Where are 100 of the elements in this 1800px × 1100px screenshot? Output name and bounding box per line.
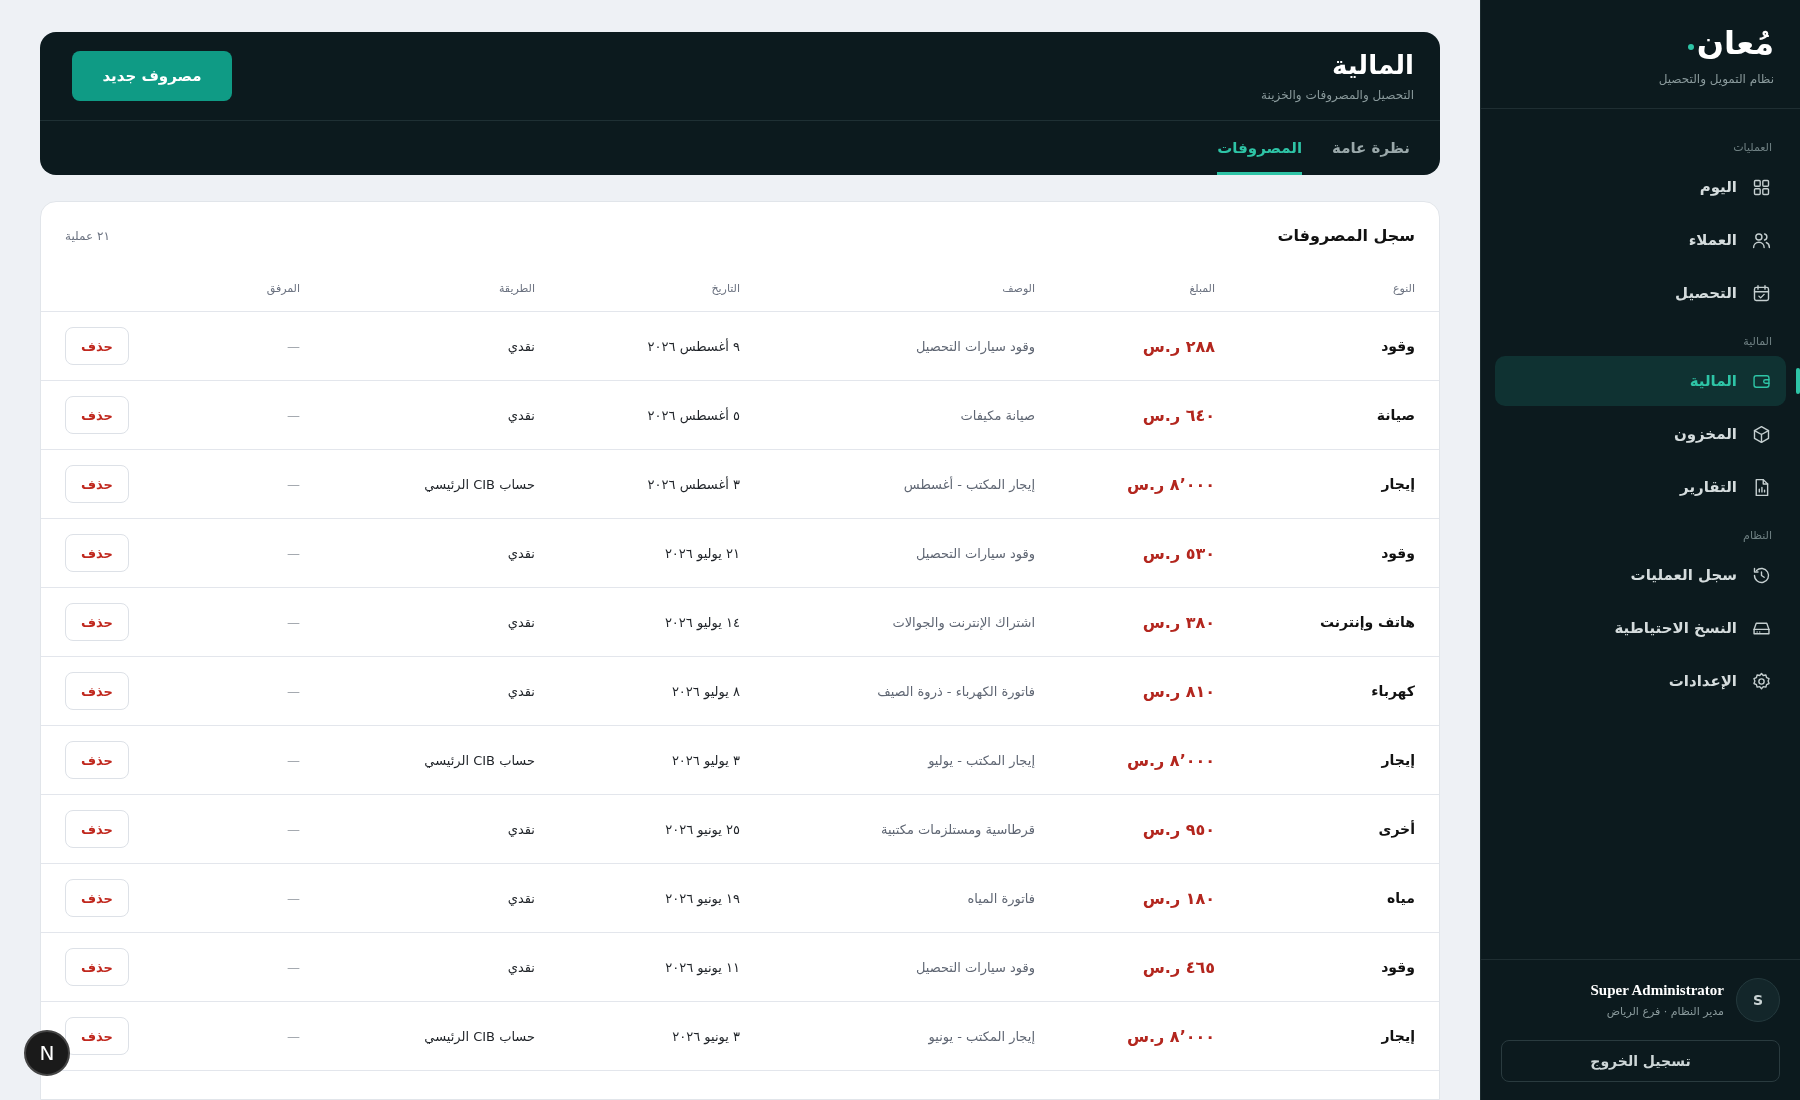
table-cell-text: ١٩ يونيو ٢٠٢٦ <box>664 890 740 906</box>
table-cell-text: أخرى <box>1377 821 1415 837</box>
tab[interactable]: نظرة عامة <box>1332 121 1410 175</box>
table-cell-text: ١١ يونيو ٢٠٢٦ <box>664 959 740 975</box>
delete-button[interactable]: حذف <box>65 879 129 917</box>
table-cell-text: كهرباء <box>1370 683 1415 699</box>
table-cell-text: حساب CIB الرئيسي <box>423 752 535 768</box>
table-cell-text: قرطاسية ومستلزمات مكتبية <box>879 821 1035 837</box>
column-header: الوصف <box>1001 281 1035 295</box>
delete-button[interactable]: حذف <box>65 948 129 986</box>
table-cell-text: إيجار <box>1380 1028 1415 1044</box>
table-cell-text: فاتورة المياه <box>966 890 1035 906</box>
page-title: المالية <box>1332 50 1414 80</box>
table-cell-text: ٨ يوليو ٢٠٢٦ <box>670 683 740 699</box>
nav-item[interactable]: المالية <box>1495 356 1786 407</box>
delete-button[interactable]: حذف <box>65 1017 129 1055</box>
table-cell-text: ٥ أغسطس ٢٠٢٦ <box>646 407 740 423</box>
delete-button[interactable]: حذف <box>65 327 129 365</box>
nav-item[interactable]: المخزون <box>1495 409 1786 460</box>
table-cell-text: ٤٦٥ ر.س <box>1141 957 1215 977</box>
table-cell-text: — <box>286 752 300 768</box>
table-cell-text: حساب CIB الرئيسي <box>423 1028 535 1044</box>
table-cell-text: فاتورة الكهرباء - ذروة الصيف <box>876 683 1035 699</box>
table-cell-text: — <box>286 614 300 630</box>
table-cell-text: — <box>286 407 300 423</box>
record-count: ٢١ عملية <box>65 228 110 243</box>
user-name: Super Administrator <box>1590 982 1724 999</box>
delete-button[interactable]: حذف <box>65 672 129 710</box>
table-cell-text: ٨٬٠٠٠ ر.س <box>1125 474 1215 494</box>
table-cell-text: هاتف وإنترنت <box>1318 614 1415 630</box>
table-cell-text: إيجار المكتب - يوليو <box>926 752 1035 768</box>
table-cell-text: — <box>286 338 300 354</box>
page-subtitle: التحصيل والمصروفات والخزينة <box>1261 88 1414 102</box>
table-cell-text: — <box>286 476 300 492</box>
nav-section-title: العمليات <box>1732 140 1773 157</box>
delete-button[interactable]: حذف <box>65 534 129 572</box>
table-cell-text: صيانة <box>1375 407 1415 423</box>
column-header: التاريخ <box>710 281 740 295</box>
table-cell-text: وقود سيارات التحصيل <box>914 545 1035 561</box>
calendar-icon <box>1751 282 1772 304</box>
table-cell-text: وقود <box>1380 545 1415 561</box>
delete-button[interactable]: حذف <box>65 603 129 641</box>
table-cell-text: ٣ يونيو ٢٠٢٦ <box>671 1028 740 1044</box>
table-cell-text: إيجار <box>1380 476 1415 492</box>
nav-item[interactable]: العملاء <box>1495 215 1786 266</box>
box-icon <box>1751 423 1772 445</box>
logout-button[interactable]: تسجيل الخروج <box>1501 1040 1780 1082</box>
nav-section-title: النظام <box>1742 528 1773 545</box>
table-cell-text: نقدي <box>506 614 535 630</box>
table-cell-text: نقدي <box>506 821 535 837</box>
table-cell-text: نقدي <box>506 545 535 561</box>
table-cell-text: نقدي <box>506 890 535 906</box>
new-expense-button[interactable]: مصروف جديد <box>72 51 232 101</box>
column-header: الطريقة <box>497 281 535 295</box>
delete-button[interactable]: حذف <box>65 741 129 779</box>
active-indicator <box>1796 368 1800 395</box>
column-header: المبلغ <box>1188 281 1215 295</box>
settings-icon <box>1751 670 1772 692</box>
nav-item[interactable]: الإعدادات <box>1495 656 1786 707</box>
table-cell-text: — <box>286 1028 300 1044</box>
logo-dot <box>1687 44 1694 51</box>
table-cell-text: ٩ أغسطس ٢٠٢٦ <box>646 338 740 354</box>
table-cell-text: ٢٥ يونيو ٢٠٢٦ <box>664 821 740 837</box>
nav-item[interactable]: سجل العمليات <box>1495 550 1786 601</box>
table-cell-text: إيجار المكتب - أغسطس <box>902 476 1035 492</box>
table-cell-text: نقدي <box>506 683 535 699</box>
table-cell-text: ٢١ يوليو ٢٠٢٦ <box>663 545 740 561</box>
table-cell-text: صيانة مكيفات <box>959 407 1035 423</box>
nav-item[interactable]: التقارير <box>1495 462 1786 513</box>
delete-button[interactable]: حذف <box>65 810 129 848</box>
table-cell-text: حساب CIB الرئيسي <box>423 476 535 492</box>
table-cell-text: ٨١٠ ر.س <box>1141 681 1215 701</box>
table-cell-text: — <box>286 890 300 906</box>
table-cell-text: إيجار المكتب - يونيو <box>927 1028 1035 1044</box>
table-cell-text: ١٨٠ ر.س <box>1141 888 1215 908</box>
nav-item[interactable]: اليوم <box>1495 162 1786 213</box>
nav-item[interactable]: التحصيل <box>1495 268 1786 319</box>
table-cell-text: ٨٬٠٠٠ ر.س <box>1125 1026 1215 1046</box>
table-cell-text: ٣ يوليو ٢٠٢٦ <box>670 752 740 768</box>
dev-tools-button[interactable]: N <box>24 1030 70 1076</box>
nav-item[interactable]: النسخ الاحتياطية <box>1495 603 1786 654</box>
table-cell-text: — <box>286 959 300 975</box>
table-cell-text: ١٤ يوليو ٢٠٢٦ <box>663 614 740 630</box>
table-cell-text: ٣ أغسطس ٢٠٢٦ <box>646 476 740 492</box>
user-role: مدير النظام · فرع الرياض <box>1606 1005 1724 1018</box>
table-cell-text: ٦٤٠ ر.س <box>1141 405 1215 425</box>
table-cell-text: ٩٥٠ ر.س <box>1141 819 1215 839</box>
table-cell-text: إيجار <box>1380 752 1415 768</box>
delete-button[interactable]: حذف <box>65 396 129 434</box>
delete-button[interactable]: حذف <box>65 465 129 503</box>
app-logo: مُعان <box>1696 24 1774 63</box>
table-cell-text: وقود سيارات التحصيل <box>914 338 1035 354</box>
app-subtitle: نظام التمويل والتحصيل <box>1658 72 1774 87</box>
table-cell-text: نقدي <box>506 407 535 423</box>
table-cell-text: وقود <box>1380 338 1415 354</box>
table-cell-text: وقود سيارات التحصيل <box>914 959 1035 975</box>
table-cell-text: ٥٣٠ ر.س <box>1141 543 1215 563</box>
tab[interactable]: المصروفات <box>1217 121 1303 175</box>
table-cell-text: — <box>286 683 300 699</box>
table-cell-text: مياه <box>1386 890 1415 906</box>
